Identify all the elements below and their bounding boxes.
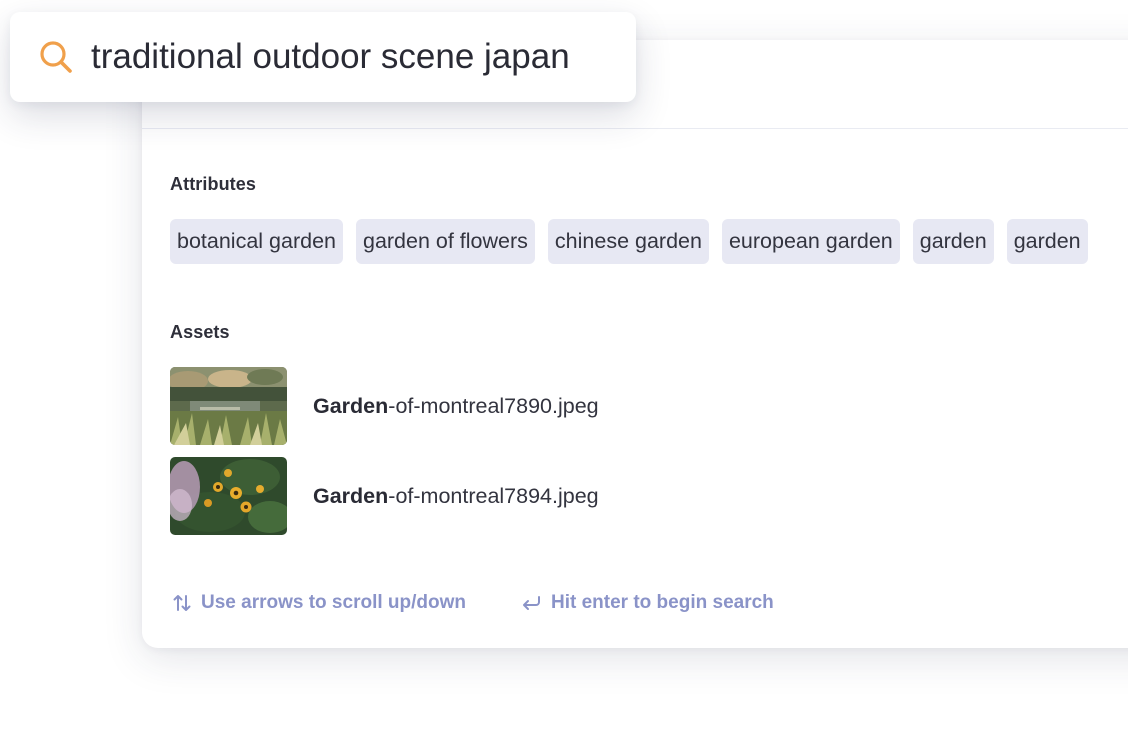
enter-hint: Hit enter to begin search — [520, 592, 774, 614]
attribute-chip[interactable]: garden of flowers — [355, 219, 535, 264]
search-overlay: Attributes botanical garden garden of fl… — [0, 0, 1128, 756]
asset-filename: Garden-of-montreal7894.jpeg — [313, 484, 599, 509]
asset-list-item[interactable]: Garden-of-montreal7894.jpeg — [170, 457, 599, 535]
search-results-panel: Attributes botanical garden garden of fl… — [142, 40, 1128, 648]
search-input[interactable] — [91, 37, 621, 77]
attributes-heading: Attributes — [170, 174, 256, 194]
divider — [142, 128, 1128, 129]
assets-heading: Assets — [170, 322, 230, 342]
keyboard-hints: Use arrows to scroll up/down Hit enter t… — [172, 592, 774, 614]
attribute-chip[interactable]: european garden — [721, 219, 900, 264]
scroll-hint: Use arrows to scroll up/down — [172, 592, 466, 614]
enter-hint-text: Hit enter to begin search — [551, 592, 774, 613]
return-arrow-icon — [523, 596, 540, 610]
asset-filename-match: Garden — [313, 483, 389, 508]
up-down-arrows-icon — [173, 595, 191, 611]
attribute-chip[interactable]: garden — [912, 219, 994, 264]
asset-thumbnail — [170, 457, 287, 535]
attribute-chip[interactable]: botanical garden — [170, 219, 343, 264]
attribute-chip[interactable]: chinese garden — [547, 219, 709, 264]
attribute-chip-list: botanical garden garden of flowers chine… — [170, 219, 1088, 264]
search-icon[interactable] — [37, 38, 75, 76]
asset-thumbnail — [170, 367, 287, 445]
attribute-chip[interactable]: garden — [1006, 219, 1088, 264]
scroll-hint-text: Use arrows to scroll up/down — [201, 592, 466, 613]
asset-filename: Garden-of-montreal7890.jpeg — [313, 394, 599, 419]
search-bar[interactable] — [10, 12, 636, 102]
asset-filename-rest: -of-montreal7894.jpeg — [388, 483, 599, 508]
asset-filename-rest: -of-montreal7890.jpeg — [388, 393, 599, 418]
asset-list-item[interactable]: Garden-of-montreal7890.jpeg — [170, 367, 599, 445]
asset-filename-match: Garden — [313, 393, 389, 418]
